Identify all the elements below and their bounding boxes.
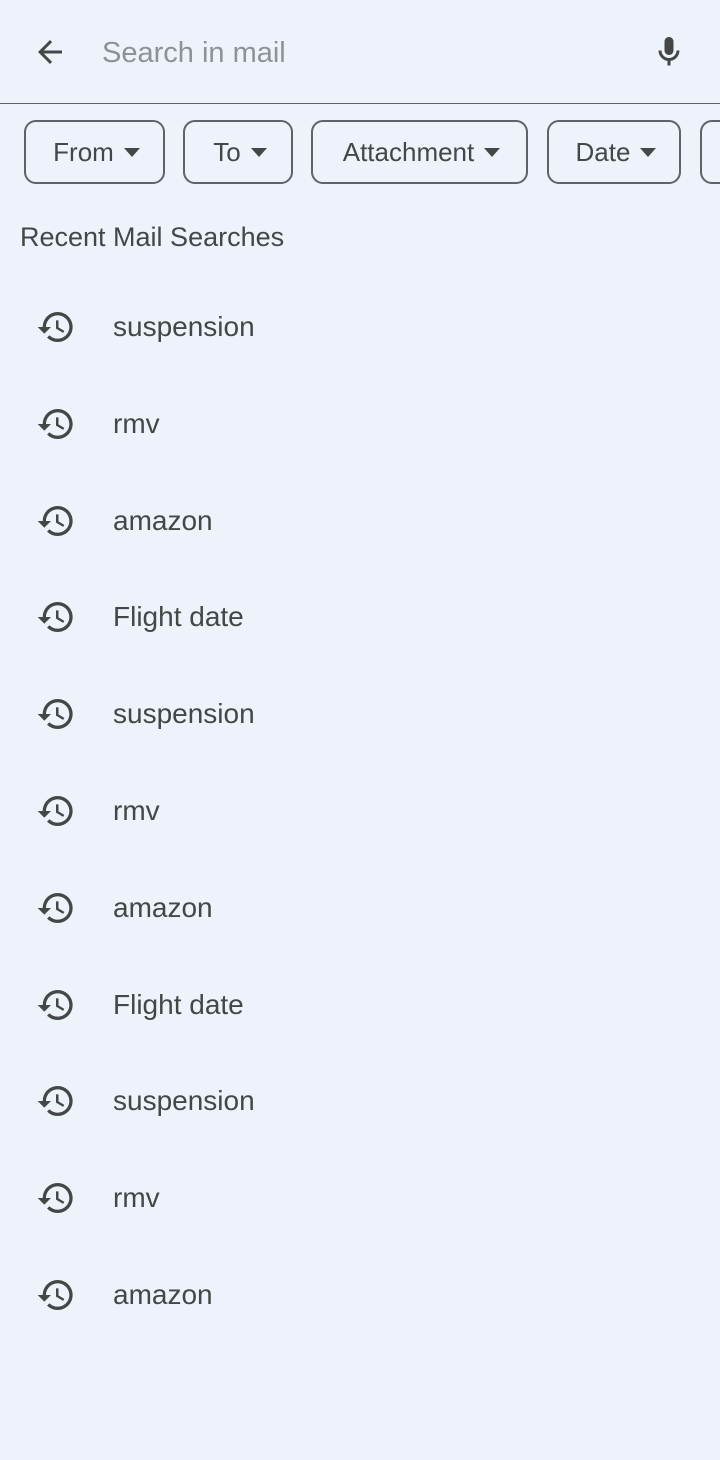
history-icon xyxy=(37,1279,73,1310)
recent-search-item[interactable]: rmv xyxy=(0,375,720,472)
recent-search-label: rmv xyxy=(113,407,160,439)
voice-search-button[interactable] xyxy=(645,28,693,76)
history-icon xyxy=(37,698,73,729)
recent-search-label: Flight date xyxy=(113,988,244,1020)
filter-chip-label: To xyxy=(213,136,241,167)
history-icon xyxy=(37,989,73,1020)
recent-search-item[interactable]: Flight date xyxy=(0,956,720,1053)
filter-chip-label: Attachment xyxy=(342,136,475,167)
recent-search-label: amazon xyxy=(113,1278,213,1310)
history-icon xyxy=(37,601,73,632)
recent-search-item[interactable]: rmv xyxy=(0,762,720,859)
search-bar xyxy=(0,0,720,104)
recent-search-label: suspension xyxy=(113,310,255,342)
caret-down-icon xyxy=(484,147,501,157)
history-icon xyxy=(37,311,73,342)
filter-chip-to[interactable]: To xyxy=(183,120,293,184)
recent-search-item[interactable]: amazon xyxy=(0,472,720,569)
recent-searches-title: Recent Mail Searches xyxy=(20,222,285,252)
caret-down-icon xyxy=(250,147,267,157)
history-icon xyxy=(37,1182,73,1213)
filter-chips: From To Attachment Date xyxy=(0,120,720,184)
recent-search-label: Flight date xyxy=(113,600,244,632)
filter-chip-more[interactable] xyxy=(700,120,720,184)
filter-chip-label: From xyxy=(53,136,114,167)
back-button[interactable] xyxy=(26,28,74,76)
search-input[interactable] xyxy=(102,30,622,76)
recent-search-item[interactable]: amazon xyxy=(0,1246,720,1343)
recent-search-label: suspension xyxy=(113,697,255,729)
microphone-icon xyxy=(658,37,680,66)
filter-chip-date[interactable]: Date xyxy=(547,120,681,184)
caret-down-icon xyxy=(640,147,657,157)
recent-search-label: suspension xyxy=(113,1084,255,1116)
recent-search-item[interactable]: suspension xyxy=(0,1052,720,1149)
history-icon xyxy=(37,795,73,826)
recent-search-label: rmv xyxy=(113,794,160,826)
history-icon xyxy=(37,408,73,439)
caret-down-icon xyxy=(123,147,140,157)
filter-chip-attachment[interactable]: Attachment xyxy=(311,120,528,184)
history-icon xyxy=(37,1085,73,1116)
recent-search-label: amazon xyxy=(113,504,213,536)
history-icon xyxy=(37,505,73,536)
recent-search-item[interactable]: amazon xyxy=(0,859,720,956)
recent-search-item[interactable]: Flight date xyxy=(0,568,720,665)
recent-search-item[interactable]: suspension xyxy=(0,665,720,762)
filter-chip-from[interactable]: From xyxy=(24,120,165,184)
recent-search-item[interactable]: suspension xyxy=(0,278,720,375)
arrow-back-icon xyxy=(38,40,62,64)
recent-search-item[interactable]: rmv xyxy=(0,1149,720,1246)
filter-chip-label: Date xyxy=(575,136,631,167)
recent-search-label: rmv xyxy=(113,1181,160,1213)
recent-search-label: amazon xyxy=(113,891,213,923)
history-icon xyxy=(37,892,73,923)
